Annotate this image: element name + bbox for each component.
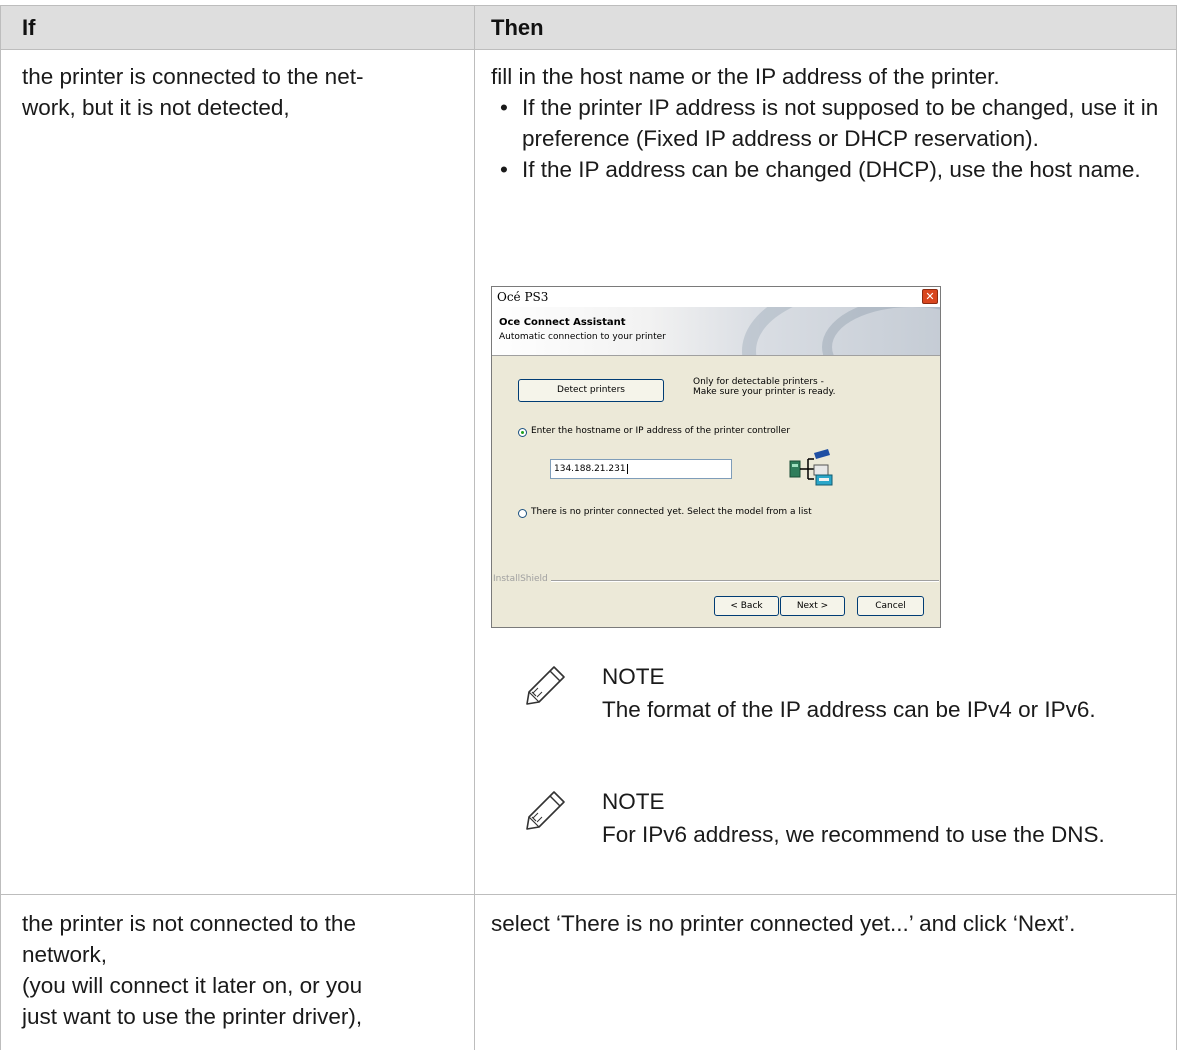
bullet-item: If the printer IP address is not suppose… (491, 92, 1171, 154)
pencil-note-icon (526, 666, 565, 705)
bullet-item: If the IP address can be changed (DHCP),… (491, 154, 1171, 185)
if-then-table: If Then the printer is connected to the … (0, 0, 1177, 1050)
hostname-radio[interactable] (518, 428, 527, 437)
dialog-title: Océ PS3 (497, 290, 549, 304)
header-if: If (22, 15, 36, 40)
installer-dialog-screenshot: Océ PS3 ✕ Oce Connect Assistant Automati… (491, 286, 941, 628)
row2-condition-line: just want to use the printer driver), (22, 1004, 363, 1029)
detect-hint-line: Only for detectable printers - (693, 377, 824, 387)
detect-printers-button[interactable]: Detect printers (518, 379, 664, 402)
row1-condition: the printer is connected to the net- wor… (22, 61, 363, 123)
row1-bullet-list: If the printer IP address is not suppose… (491, 92, 1171, 185)
row2-condition: the printer is not connected to the netw… (22, 908, 362, 1032)
row1-condition-line: the printer is connected to the net- (22, 64, 364, 89)
note-title: NOTE (602, 664, 665, 689)
dialog-separator (493, 580, 939, 582)
dialog-banner: Oce Connect Assistant Automatic connecti… (492, 307, 940, 356)
row2-condition-line: the printer is not connected to the (22, 911, 356, 936)
text-caret (626, 463, 628, 474)
row-divider (0, 894, 1177, 895)
no-printer-option-label: There is no printer connected yet. Selec… (531, 507, 812, 517)
row1-condition-line: work, but it is not detected, (22, 95, 290, 120)
banner-title: Oce Connect Assistant (499, 317, 626, 328)
cancel-button[interactable]: Cancel (857, 596, 924, 616)
note-text: For IPv6 address, we recommend to use th… (602, 822, 1105, 847)
row1-action-intro: fill in the host name or the IP address … (491, 64, 1000, 89)
note-title: NOTE (602, 789, 665, 814)
row2-condition-line: network, (22, 942, 108, 967)
hostname-option-label: Enter the hostname or IP address of the … (531, 426, 791, 436)
ip-address-value: 134.188.21.231 (554, 464, 626, 474)
banner-subtitle: Automatic connection to your printer (499, 332, 666, 342)
no-printer-radio[interactable] (518, 509, 527, 518)
back-button[interactable]: < Back (714, 596, 779, 616)
ip-address-input[interactable]: 134.188.21.231 (550, 459, 732, 479)
network-printer-icon (789, 449, 833, 486)
row2-action: select ‘There is no printer connected ye… (491, 911, 1076, 936)
close-icon[interactable]: ✕ (922, 289, 938, 304)
installshield-label: InstallShield (493, 574, 551, 584)
row1-action: fill in the host name or the IP address … (491, 61, 1171, 185)
header-then: Then (491, 15, 544, 40)
next-button[interactable]: Next > (780, 596, 845, 616)
pencil-note-icon (526, 791, 565, 830)
detect-hint-line: Make sure your printer is ready. (693, 387, 836, 397)
table-header-row: If Then (0, 5, 1177, 50)
detect-hint: Only for detectable printers - Make sure… (693, 377, 835, 397)
note-text: The format of the IP address can be IPv4… (602, 697, 1096, 722)
dialog-titlebar: Océ PS3 ✕ (492, 287, 940, 307)
row2-condition-line: (you will connect it later on, or you (22, 973, 363, 998)
